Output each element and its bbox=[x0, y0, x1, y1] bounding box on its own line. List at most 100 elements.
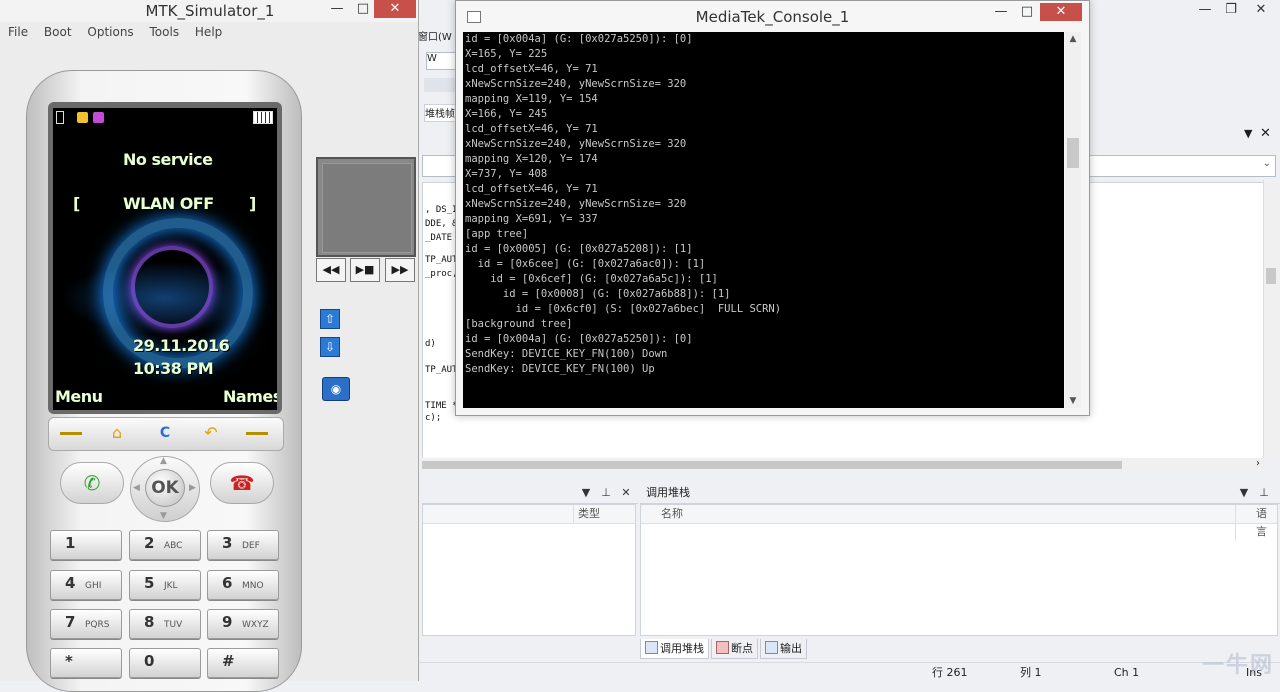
key-4[interactable]: 4 GHI bbox=[50, 570, 122, 600]
key-3[interactable]: 3 DEF bbox=[207, 530, 279, 560]
bottom-tabs: 调用堆栈 断点 输出 bbox=[640, 639, 809, 659]
key-8[interactable]: 8 TUV bbox=[129, 609, 201, 639]
key-number: 7 bbox=[65, 613, 76, 631]
tab-output[interactable]: 输出 bbox=[760, 639, 807, 659]
sim-icon bbox=[77, 112, 88, 123]
key-1[interactable]: 1 bbox=[50, 530, 122, 560]
key-7[interactable]: 7 PQRS bbox=[50, 609, 122, 639]
back-button[interactable]: ↶ bbox=[191, 422, 231, 444]
menu-boot[interactable]: Boot bbox=[44, 25, 72, 39]
console-line: xNewScrnSize=240, yNewScrnSize= 320 bbox=[465, 78, 687, 90]
ide-restore-button[interactable]: ❐ bbox=[1218, 0, 1244, 20]
right-softkey-button[interactable] bbox=[237, 422, 277, 444]
key-0[interactable]: 0 bbox=[129, 648, 201, 678]
arrow-down-icon: ⇩ bbox=[324, 340, 336, 354]
end-call-button[interactable]: ☎ bbox=[210, 462, 274, 504]
chevron-down-icon[interactable]: ▼ bbox=[1065, 396, 1081, 406]
locals-panel[interactable]: 类型 bbox=[422, 504, 636, 636]
console-close-button[interactable]: ✕ bbox=[1040, 3, 1082, 21]
key-letters: GHI bbox=[85, 581, 102, 591]
arrow-down-icon[interactable]: ▼ bbox=[160, 511, 167, 521]
play-stop-button[interactable]: ▶■ bbox=[350, 258, 380, 282]
dropdown-icon[interactable]: ▼ bbox=[1236, 483, 1252, 503]
column-language[interactable]: 语言 bbox=[1235, 505, 1277, 541]
scroll-thumb[interactable] bbox=[1266, 268, 1276, 284]
console-titlebar[interactable]: MediaTek_Console_1 — □ ✕ bbox=[456, 1, 1089, 31]
key-9[interactable]: 9 WXYZ bbox=[207, 609, 279, 639]
key-2[interactable]: 2 ABC bbox=[129, 530, 201, 560]
close-icon[interactable]: ✕ bbox=[618, 483, 634, 503]
menu-file[interactable]: File bbox=[8, 25, 28, 39]
close-icon[interactable]: ✕ bbox=[1260, 126, 1271, 141]
left-softkey-label[interactable]: Menu bbox=[55, 387, 103, 406]
dropdown-icon[interactable]: ▼ bbox=[1244, 127, 1252, 140]
console-scrollbar[interactable]: ▲ ▼ bbox=[1065, 32, 1081, 408]
tab-call-stack[interactable]: 调用堆栈 bbox=[640, 639, 709, 659]
scroll-thumb[interactable] bbox=[1067, 138, 1079, 168]
call-button[interactable]: ✆ bbox=[60, 462, 124, 504]
time-display: 10:38 PM bbox=[133, 359, 214, 378]
console-maximize-button[interactable]: □ bbox=[1014, 3, 1040, 21]
signal-icon bbox=[56, 111, 64, 124]
ide-minimize-button[interactable]: — bbox=[1192, 0, 1218, 20]
ide-toolbar bbox=[424, 78, 456, 92]
arrow-left-icon[interactable]: ◀ bbox=[133, 483, 140, 493]
ok-button[interactable]: OK bbox=[145, 469, 185, 507]
tab-breakpoints[interactable]: 断点 bbox=[711, 639, 758, 659]
arrow-up-icon: ⇧ bbox=[324, 312, 336, 326]
menu-help[interactable]: Help bbox=[195, 25, 222, 39]
console-minimize-button[interactable]: — bbox=[988, 3, 1014, 21]
chevron-up-icon[interactable]: ▲ bbox=[1065, 34, 1081, 44]
editor-vertical-scrollbar[interactable] bbox=[1263, 180, 1278, 460]
console-output[interactable]: id = [0x004a] (G: [0x027a5250]): [0] X=16… bbox=[463, 32, 1064, 408]
key-letters: ABC bbox=[164, 541, 183, 551]
call-stack-panel[interactable]: 名称 语言 bbox=[640, 504, 1278, 636]
editor-horizontal-scrollbar[interactable]: › bbox=[422, 458, 1264, 472]
home-button[interactable]: ⌂ bbox=[97, 422, 137, 444]
key-hash[interactable]: # bbox=[207, 648, 279, 678]
simulator-titlebar[interactable]: MTK_Simulator_1 — □ ✕ bbox=[0, 0, 418, 22]
console-line: id = [0x0008] (G: [0x027a6b88]): [1] bbox=[465, 288, 731, 300]
scroll-thumb[interactable] bbox=[422, 461, 1122, 469]
pin-icon[interactable]: ⊥ bbox=[1256, 483, 1272, 503]
phone-hangup-icon: ☎ bbox=[229, 471, 255, 495]
column-header: 名称 语言 bbox=[641, 505, 1277, 541]
back-icon: ↶ bbox=[204, 423, 218, 442]
ide-toolbar-combo[interactable]: W bbox=[426, 52, 458, 70]
console-line: mapping X=120, Y= 174 bbox=[465, 153, 598, 165]
key-number: 1 bbox=[65, 534, 76, 552]
simulator-menubar: File Boot Options Tools Help bbox=[8, 25, 416, 43]
call-stack-title: 调用堆栈 bbox=[646, 486, 690, 499]
column-type[interactable]: 类型 bbox=[573, 505, 600, 523]
clear-button[interactable]: C bbox=[145, 422, 185, 444]
phone-call-icon: ✆ bbox=[83, 471, 101, 495]
ide-close-button[interactable]: ✕ bbox=[1248, 0, 1274, 20]
chevron-down-icon[interactable]: ⌄ bbox=[1263, 158, 1271, 169]
chevron-right-icon[interactable]: › bbox=[1256, 458, 1260, 469]
close-button[interactable]: ✕ bbox=[374, 0, 416, 18]
phone-screen[interactable]: No service [ WLAN OFF ] 29.11.2016 10:38… bbox=[53, 108, 277, 410]
volume-down-button[interactable]: ⇩ bbox=[320, 337, 340, 357]
camera-button[interactable]: ◉ bbox=[322, 377, 350, 401]
menu-tools[interactable]: Tools bbox=[150, 25, 180, 39]
arrow-up-icon[interactable]: ▲ bbox=[160, 456, 167, 466]
column-name[interactable]: 名称 bbox=[661, 505, 683, 523]
key-number: 8 bbox=[144, 613, 155, 631]
key-star[interactable]: * bbox=[50, 648, 122, 678]
key-6[interactable]: 6 MNO bbox=[207, 570, 279, 600]
fast-forward-button[interactable]: ▶▶ bbox=[385, 258, 415, 282]
key-5[interactable]: 5 JKL bbox=[129, 570, 201, 600]
console-line: X=166, Y= 245 bbox=[465, 108, 548, 120]
volume-up-button[interactable]: ⇧ bbox=[320, 309, 340, 329]
pin-icon[interactable]: ⊥ bbox=[598, 483, 614, 503]
arrow-right-icon[interactable]: ▶ bbox=[189, 483, 196, 493]
menu-options[interactable]: Options bbox=[87, 25, 133, 39]
key-number: 5 bbox=[144, 574, 155, 592]
rewind-button[interactable]: ◀◀ bbox=[316, 258, 346, 282]
key-number: 2 bbox=[144, 534, 155, 552]
left-softkey-button[interactable] bbox=[51, 422, 91, 444]
ide-menu-window[interactable]: 窗口(W bbox=[418, 28, 458, 43]
right-softkey-label[interactable]: Names bbox=[223, 387, 277, 406]
dropdown-icon[interactable]: ▼ bbox=[578, 483, 594, 503]
close-icon[interactable]: ✕ bbox=[1276, 483, 1280, 503]
